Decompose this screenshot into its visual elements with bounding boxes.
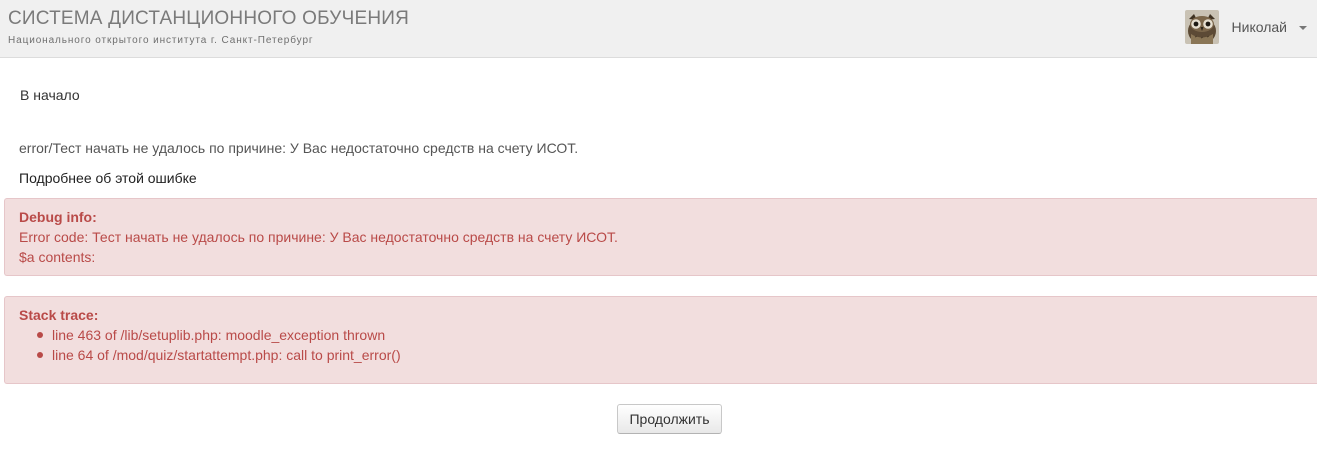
debug-contents: $a contents:	[19, 249, 96, 265]
more-info-link[interactable]: Подробнее об этой ошибке	[19, 170, 197, 186]
error-message: error/Тест начать не удалось по причине:…	[19, 140, 579, 156]
caret-down-icon[interactable]	[1299, 25, 1307, 30]
stack-trace-line-text: line 64 of /mod/quiz/startattempt.php: c…	[52, 347, 401, 363]
site-title[interactable]: СИСТЕМА ДИСТАНЦИОННОГО ОБУЧЕНИЯ	[8, 8, 409, 30]
bullet-icon	[37, 332, 43, 338]
site-header: СИСТЕМА ДИСТАНЦИОННОГО ОБУЧЕНИЯ Национал…	[0, 0, 1317, 58]
stack-trace-list: line 463 of /lib/setuplib.php: moodle_ex…	[19, 325, 1317, 365]
stack-trace-line-text: line 463 of /lib/setuplib.php: moodle_ex…	[52, 327, 386, 343]
debug-info-heading: Debug info:	[19, 209, 97, 225]
owl-avatar-icon[interactable]	[1184, 10, 1219, 44]
stack-trace-heading: Stack trace:	[19, 307, 99, 323]
user-name[interactable]: Николай	[1232, 19, 1287, 35]
breadcrumb-home-link[interactable]: В начало	[20, 87, 80, 103]
user-menu[interactable]: Николай	[1184, 10, 1307, 44]
debug-error-code: Error code: Тест начать не удалось по пр…	[19, 229, 618, 245]
stack-trace-box: Stack trace: line 463 of /lib/setuplib.p…	[4, 296, 1317, 384]
stack-trace-line: line 64 of /mod/quiz/startattempt.php: c…	[37, 345, 1317, 365]
site-subtitle: Национального открытого института г. Сан…	[8, 35, 314, 46]
bullet-icon	[37, 352, 43, 358]
stack-trace-line: line 463 of /lib/setuplib.php: moodle_ex…	[37, 325, 1317, 345]
continue-button[interactable]: Продолжить	[617, 404, 722, 434]
debug-info-box: Debug info: Error code: Тест начать не у…	[4, 198, 1317, 276]
